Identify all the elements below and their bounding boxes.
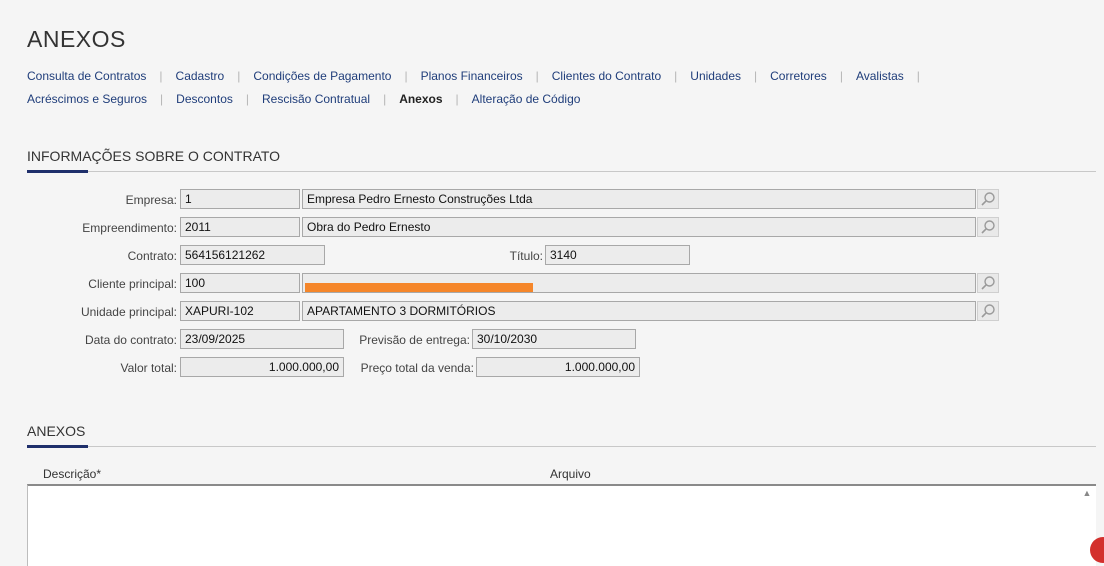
cliente-principal-code-field[interactable]: 100 [180, 273, 300, 293]
column-header-descricao[interactable]: Descrição* [43, 467, 101, 481]
nav-link-planos-financeiros[interactable]: Planos Financeiros [421, 69, 523, 83]
nav-link-acrescimos-e-seguros[interactable]: Acréscimos e Seguros [27, 92, 147, 106]
nav-separator: | [245, 92, 249, 106]
empreendimento-lookup-button[interactable] [977, 217, 999, 237]
nav-separator: | [404, 69, 408, 83]
nav-link-unidades[interactable]: Unidades [690, 69, 741, 83]
nav-link-cadastro[interactable]: Cadastro [176, 69, 225, 83]
nav-separator: | [839, 69, 843, 83]
nav-separator: | [916, 69, 920, 83]
nav-separator: | [237, 69, 241, 83]
anexos-table-body[interactable] [27, 484, 1096, 566]
page: ANEXOS Consulta de Contratos | Cadastro | Co… [0, 0, 1104, 566]
cliente-principal-lookup-button[interactable] [977, 273, 999, 293]
data-contrato-field[interactable]: 23/09/2025 [180, 329, 344, 349]
magnifier-icon [981, 192, 995, 206]
unidade-principal-label: Unidade principal: [80, 305, 177, 319]
valor-total-label: Valor total: [120, 361, 177, 375]
titulo-label: Título: [509, 249, 543, 263]
nav-separator: | [455, 92, 459, 106]
nav-link-condicoes-de-pagamento[interactable]: Condições de Pagamento [253, 69, 391, 83]
magnifier-icon [981, 220, 995, 234]
nav-link-consulta-de-contratos[interactable]: Consulta de Contratos [27, 69, 146, 83]
magnifier-icon [981, 304, 995, 318]
previsao-entrega-label: Previsão de entrega: [359, 333, 470, 347]
nav-link-clientes-do-contrato[interactable]: Clientes do Contrato [552, 69, 661, 83]
column-header-arquivo[interactable]: Arquivo [550, 467, 591, 481]
valor-total-field[interactable]: 1.000.000,00 [180, 357, 344, 377]
nav-separator: | [535, 69, 539, 83]
previsao-entrega-field[interactable]: 30/10/2030 [472, 329, 636, 349]
section-accent-bar [27, 170, 88, 173]
nav-row-1: Consulta de Contratos | Cadastro | Condições… [27, 69, 1087, 83]
section-title-anexos: ANEXOS [27, 423, 86, 439]
preco-total-label: Preço total da venda: [360, 361, 474, 375]
nav-link-descontos[interactable]: Descontos [176, 92, 233, 106]
empreendimento-name-field[interactable]: Obra do Pedro Ernesto [302, 217, 976, 237]
empreendimento-label: Empreendimento: [82, 221, 177, 235]
contrato-label: Contrato: [127, 249, 177, 263]
nav-separator: | [754, 69, 758, 83]
nav-separator: | [383, 92, 387, 106]
nav-separator: | [674, 69, 678, 83]
unidade-principal-name-field[interactable]: APARTAMENTO 3 DORMITÓRIOS [302, 301, 976, 321]
empreendimento-code-field[interactable]: 2011 [180, 217, 300, 237]
nav-separator: | [159, 69, 163, 83]
redaction-mark [305, 283, 533, 292]
contrato-field[interactable]: 564156121262 [180, 245, 325, 265]
empresa-label: Empresa: [125, 193, 177, 207]
nav-link-anexos[interactable]: Anexos [399, 92, 442, 106]
empresa-lookup-button[interactable] [977, 189, 999, 209]
cliente-principal-label: Cliente principal: [88, 277, 177, 291]
nav-link-rescisao-contratual[interactable]: Rescisão Contratual [262, 92, 370, 106]
data-contrato-label: Data do contrato: [84, 333, 177, 347]
titulo-field[interactable]: 3140 [545, 245, 690, 265]
unidade-principal-code-field[interactable]: XAPURI-102 [180, 301, 300, 321]
empresa-code-field[interactable]: 1 [180, 189, 300, 209]
magnifier-icon [981, 276, 995, 290]
empresa-name-field[interactable]: Empresa Pedro Ernesto Construções Ltda [302, 189, 976, 209]
nav-separator: | [160, 92, 164, 106]
nav-link-corretores[interactable]: Corretores [770, 69, 827, 83]
scroll-up-arrow-icon[interactable]: ▲ [1082, 488, 1092, 498]
anexos-table-header: Descrição* Arquivo [27, 460, 1096, 484]
preco-total-field[interactable]: 1.000.000,00 [476, 357, 640, 377]
nav-row-2: Acréscimos e Seguros | Descontos | Rescisão … [27, 92, 1087, 106]
nav-link-alteracao-de-codigo[interactable]: Alteração de Código [472, 92, 581, 106]
unidade-principal-lookup-button[interactable] [977, 301, 999, 321]
section-title-informacoes: INFORMAÇÕES SOBRE O CONTRATO [27, 148, 281, 164]
section-divider [27, 171, 1096, 172]
section-accent-bar [27, 445, 88, 448]
nav-link-avalistas[interactable]: Avalistas [856, 69, 904, 83]
section-divider [27, 446, 1096, 447]
page-title: ANEXOS [27, 26, 126, 52]
